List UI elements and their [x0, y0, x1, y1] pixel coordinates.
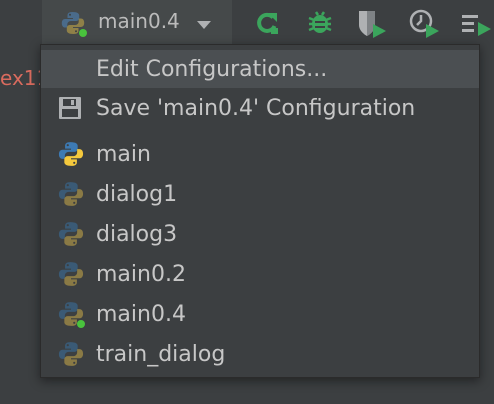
profile-icon[interactable]: [408, 8, 439, 38]
menu-item-config-dialog3[interactable]: dialog3: [41, 215, 479, 253]
save-icon: [57, 94, 87, 122]
menu-item-config-main0-2[interactable]: main0.2: [41, 255, 479, 293]
python-icon: [57, 300, 87, 328]
menu-item-config-main0-4[interactable]: main0.4: [41, 295, 479, 333]
menu-item-label: main: [96, 142, 151, 167]
menu-item-label: Edit Configurations...: [96, 57, 328, 82]
running-indicator-dot: [77, 320, 85, 328]
run-configuration-selector[interactable]: main0.4: [42, 0, 232, 44]
menu-item-config-train-dialog[interactable]: train_dialog: [41, 335, 479, 373]
menu-item-config-dialog1[interactable]: dialog1: [41, 175, 479, 213]
more-actions-icon[interactable]: [460, 8, 491, 38]
menu-item-config-main[interactable]: main: [41, 135, 479, 173]
python-icon: [57, 180, 87, 208]
python-icon: [60, 10, 87, 40]
menu-item-label: dialog1: [96, 182, 178, 207]
rerun-icon[interactable]: [252, 8, 282, 38]
menu-item-edit-configurations[interactable]: Edit Configurations...: [41, 50, 479, 88]
python-icon: [57, 260, 87, 288]
python-icon: [57, 220, 87, 248]
menu-item-label: main0.4: [96, 302, 186, 327]
menu-item-label: dialog3: [96, 222, 178, 247]
chevron-down-icon[interactable]: [195, 16, 213, 35]
run-configuration-popup: Edit Configurations... Save 'main0.4' Co…: [40, 44, 480, 378]
run-configuration-name: main0.4: [98, 9, 180, 33]
python-icon: [57, 340, 87, 368]
coverage-icon[interactable]: [356, 8, 386, 38]
python-icon: [57, 140, 87, 168]
menu-item-label: main0.2: [96, 262, 186, 287]
menu-item-label: Save 'main0.4' Configuration: [96, 96, 416, 121]
toolbar: main0.4: [0, 0, 494, 44]
running-indicator-dot: [79, 29, 87, 37]
menu-item-label: train_dialog: [96, 342, 226, 367]
debug-icon[interactable]: [305, 8, 335, 38]
menu-item-save-configuration[interactable]: Save 'main0.4' Configuration: [41, 89, 479, 127]
